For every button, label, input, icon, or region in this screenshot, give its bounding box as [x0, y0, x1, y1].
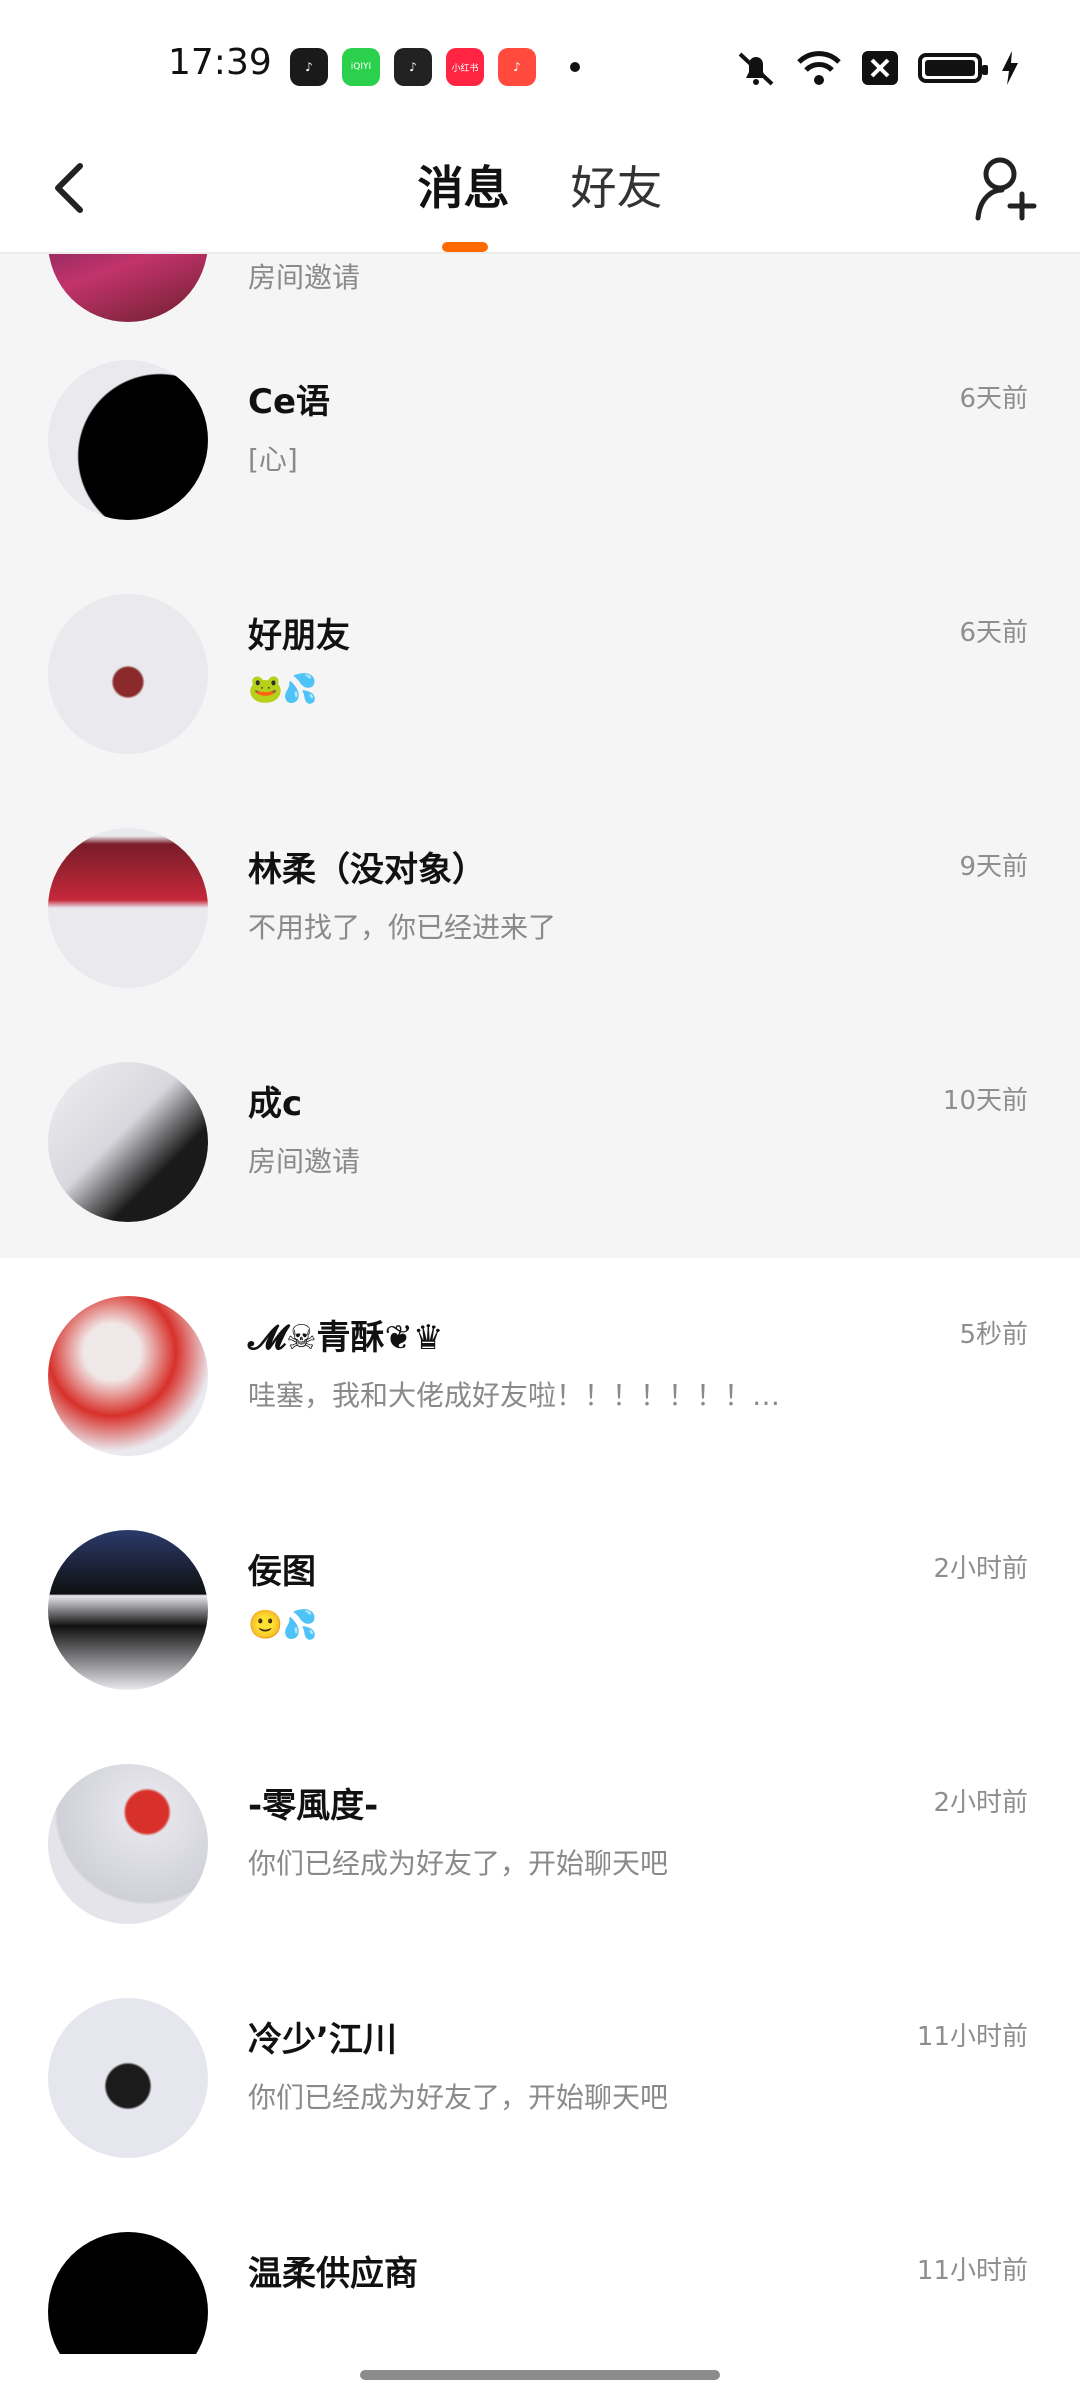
music-app-icon: ♪	[498, 48, 536, 86]
contact-name: 佞图	[248, 1552, 316, 1592]
message-preview: 房间邀请	[248, 261, 361, 294]
contact-name: 𝓜☠青酥❦♛	[248, 1318, 444, 1358]
conversation-item[interactable]: 温柔供应商 11小时前	[0, 2194, 1080, 2354]
message-preview: 不用找了，你已经进来了	[248, 911, 557, 944]
charging-icon	[1002, 51, 1018, 85]
contact-name: 温柔供应商	[248, 2254, 418, 2294]
message-preview: 哇塞，我和大佬成好友啦！！！！！！！…	[248, 1379, 781, 1412]
message-time: 6天前	[959, 384, 1028, 414]
avatar	[48, 1296, 208, 1456]
avatar	[48, 2232, 208, 2354]
conversation-item[interactable]: 成c 10天前 房间邀请	[0, 1024, 1080, 1258]
conversation-item[interactable]: Ce语 6天前 [心]	[0, 322, 1080, 556]
active-tab-indicator	[442, 242, 488, 252]
status-time: 17:39	[168, 42, 272, 83]
battery-icon	[918, 53, 988, 83]
conversation-item[interactable]: 冷少’江川 11小时前 你们已经成为好友了，开始聊天吧	[0, 1960, 1080, 2194]
conversation-item[interactable]: -零風度- 2小时前 你们已经成为好友了，开始聊天吧	[0, 1726, 1080, 1960]
message-time: 10天前	[942, 1086, 1028, 1116]
system-icons	[734, 48, 1020, 88]
iqiyi-icon: iQIYI	[342, 48, 380, 86]
tab-messages[interactable]: 消息	[417, 152, 509, 218]
message-preview: 你们已经成为好友了，开始聊天吧	[248, 1847, 669, 1880]
avatar	[48, 1764, 208, 1924]
status-bar: 17:39 ♪ iQIYI ♪ 小红书 ♪	[0, 0, 1080, 130]
contact-name: 冷少’江川	[248, 2020, 397, 2060]
conversation-list[interactable]: 房间邀请 Ce语 6天前 [心] 好朋友 6天前 🐸💦 林柔（没对象） 9天前 …	[0, 254, 1080, 2354]
xiaohongshu-icon: 小红书	[446, 48, 484, 86]
avatar	[48, 254, 208, 322]
contact-name: 林柔（没对象）	[248, 850, 486, 890]
avatar	[48, 828, 208, 988]
avatar	[48, 1530, 208, 1690]
message-time: 9天前	[959, 852, 1028, 882]
message-preview: 🙂💦	[248, 1608, 318, 1641]
message-time: 11小时前	[916, 2022, 1028, 2052]
message-preview: 你们已经成为好友了，开始聊天吧	[248, 2081, 669, 2114]
avatar	[48, 594, 208, 754]
add-friend-icon[interactable]	[972, 152, 1042, 226]
message-time: 2小时前	[933, 1554, 1028, 1584]
no-sim-icon	[862, 51, 898, 85]
message-preview: 🐸💦	[248, 672, 318, 705]
avatar	[48, 360, 208, 520]
avatar	[48, 1062, 208, 1222]
conversation-item[interactable]: 𝓜☠青酥❦♛ 5秒前 哇塞，我和大佬成好友啦！！！！！！！…	[0, 1258, 1080, 1492]
contact-name: -零風度-	[248, 1786, 379, 1826]
message-time: 11小时前	[916, 2256, 1028, 2286]
tab-friends[interactable]: 好友	[571, 152, 663, 218]
conversation-item[interactable]: 林柔（没对象） 9天前 不用找了，你已经进来了	[0, 790, 1080, 1024]
conversation-item[interactable]: 房间邀请	[0, 254, 1080, 322]
tiktok-icon: ♪	[290, 48, 328, 86]
wifi-icon	[797, 51, 841, 85]
more-notifications-dot	[570, 62, 580, 72]
avatar	[48, 1998, 208, 2158]
message-preview: [心]	[248, 443, 298, 476]
message-preview: 房间邀请	[248, 1145, 361, 1178]
message-time: 5秒前	[959, 1320, 1028, 1350]
message-time: 6天前	[959, 618, 1028, 648]
recent-conversations: 𝓜☠青酥❦♛ 5秒前 哇塞，我和大佬成好友啦！！！！！！！… 佞图 2小时前 🙂…	[0, 1258, 1080, 2354]
home-indicator[interactable]	[360, 2370, 720, 2380]
contact-name: 成c	[248, 1084, 303, 1124]
top-navigation-bar: 消息 好友	[0, 130, 1080, 254]
conversation-item[interactable]: 佞图 2小时前 🙂💦	[0, 1492, 1080, 1726]
tab-bar: 消息 好友	[0, 152, 1080, 218]
contact-name: Ce语	[248, 382, 331, 422]
contact-name: 好朋友	[248, 616, 350, 656]
message-time: 2小时前	[933, 1788, 1028, 1818]
conversation-item[interactable]: 好朋友 6天前 🐸💦	[0, 556, 1080, 790]
notification-app-icons: ♪ iQIYI ♪ 小红书 ♪	[290, 48, 536, 86]
mute-icon	[738, 52, 774, 86]
earlier-conversations: 房间邀请 Ce语 6天前 [心] 好朋友 6天前 🐸💦 林柔（没对象） 9天前 …	[0, 254, 1080, 1258]
tiktok-lite-icon: ♪	[394, 48, 432, 86]
